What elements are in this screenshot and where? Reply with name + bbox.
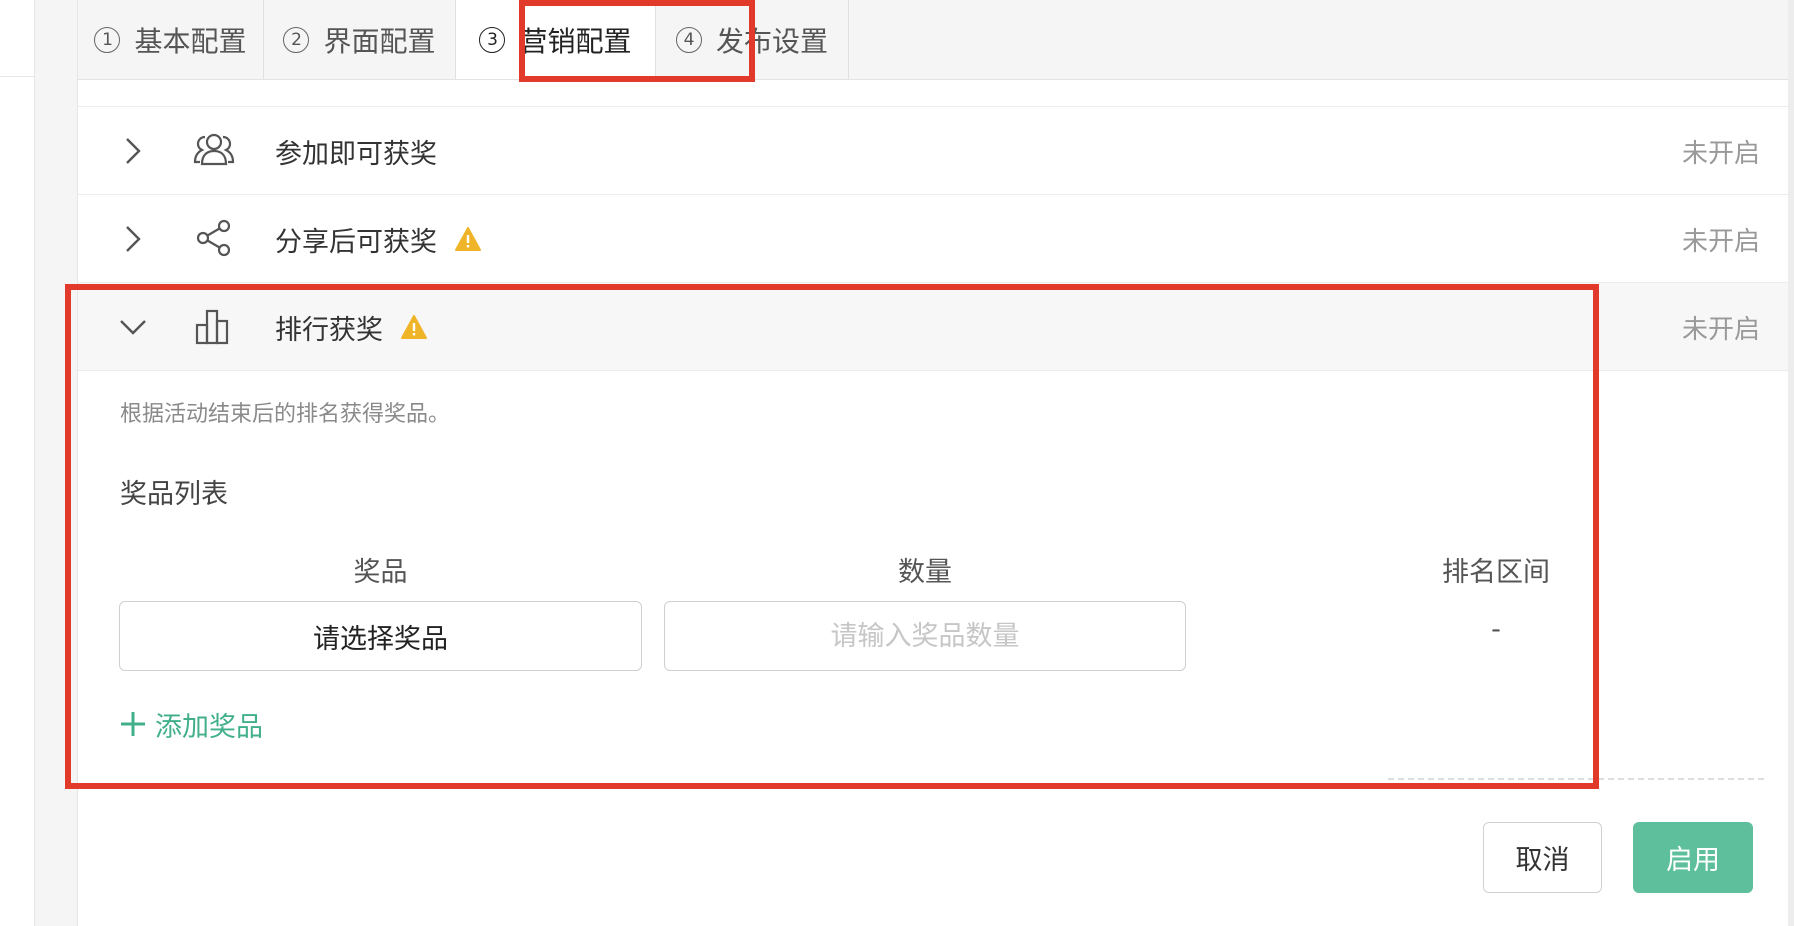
status-label: 未开启 — [1681, 314, 1760, 345]
cancel-button[interactable]: 取消 — [1483, 822, 1602, 893]
tab-ui-config[interactable]: 2 界面配置 — [264, 0, 456, 79]
tab-basic-config[interactable]: 1 基本配置 — [78, 0, 264, 79]
marketing-config-page: 1 基本配置 2 界面配置 3 营销配置 4 发布设置 参加即可获奖 未开启 分… — [65, 0, 1794, 926]
reward-row-ranking[interactable]: 排行获奖 未开启 — [78, 283, 1794, 371]
chevron-right-icon[interactable] — [118, 135, 148, 167]
warning-icon — [455, 227, 481, 251]
tab-label: 发布设置 — [715, 24, 828, 58]
reward-row-title-wrap: 排行获奖 — [275, 283, 427, 371]
reward-row-title: 参加即可获奖 — [275, 138, 437, 170]
ranking-reward-panel: 根据活动结束后的排名获得奖品。 奖品列表 奖品 数量 排名区间 请选择奖品 - … — [78, 374, 1794, 780]
left-panel — [0, 0, 35, 926]
step-number-4: 4 — [675, 26, 702, 53]
reward-row-title-wrap: 分享后可获奖 — [275, 195, 481, 283]
step-number-3: 3 — [479, 26, 506, 53]
reward-row-title: 分享后可获奖 — [275, 226, 437, 258]
reward-row-title: 排行获奖 — [275, 314, 383, 346]
panel-description: 根据活动结束后的排名获得奖品。 — [120, 402, 451, 427]
status-label: 未开启 — [1681, 138, 1760, 169]
add-prize-button[interactable]: 添加奖品 — [119, 704, 263, 744]
column-header-rank-range: 排名区间 — [1442, 557, 1550, 588]
bar-chart-icon — [193, 305, 235, 347]
chevron-right-icon[interactable] — [118, 223, 148, 255]
share-icon — [193, 217, 235, 259]
status-label: 未开启 — [1681, 226, 1760, 257]
chevron-down-icon[interactable] — [118, 311, 148, 343]
page-gutter — [35, 0, 77, 926]
tab-publish-settings[interactable]: 4 发布设置 — [656, 0, 849, 79]
tab-label: 基本配置 — [134, 24, 247, 58]
scrollbar[interactable] — [1788, 0, 1794, 926]
reward-row-share[interactable]: 分享后可获奖 未开启 — [78, 195, 1794, 283]
enable-button[interactable]: 启用 — [1633, 822, 1753, 893]
tab-marketing-config[interactable]: 3 营销配置 — [456, 0, 656, 79]
prize-list-title: 奖品列表 — [120, 479, 228, 510]
plus-icon — [119, 710, 147, 738]
warning-icon — [401, 315, 427, 339]
column-header-quantity: 数量 — [898, 557, 952, 588]
add-prize-label: 添加奖品 — [155, 711, 263, 743]
column-header-prize: 奖品 — [353, 557, 408, 588]
prize-select-button[interactable]: 请选择奖品 — [119, 601, 642, 671]
reward-row-participation[interactable]: 参加即可获奖 未开启 — [78, 107, 1794, 195]
step-tabs: 1 基本配置 2 界面配置 3 营销配置 4 发布设置 — [78, 0, 1794, 80]
rank-range-value: - — [1491, 614, 1501, 645]
prize-quantity-input[interactable] — [664, 601, 1186, 671]
users-icon — [193, 129, 235, 171]
tab-label: 营销配置 — [519, 24, 632, 58]
left-panel-divider — [0, 76, 34, 77]
tab-label: 界面配置 — [323, 24, 436, 58]
step-number-2: 2 — [283, 26, 310, 53]
dashed-divider — [1388, 778, 1764, 780]
step-number-1: 1 — [94, 26, 121, 53]
